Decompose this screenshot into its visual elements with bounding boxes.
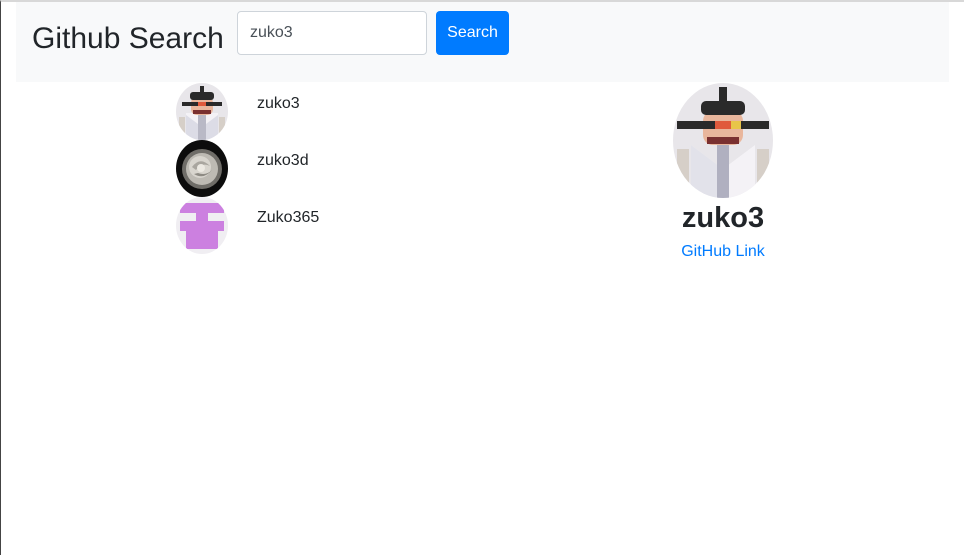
samurai-avatar-icon xyxy=(176,83,228,140)
rose-avatar-icon xyxy=(176,140,228,197)
brand-title[interactable]: Github Search xyxy=(32,22,224,56)
navbar: Github Search Search xyxy=(16,2,949,82)
github-link[interactable]: GitHub Link xyxy=(681,243,765,261)
app-window: Github Search Search xyxy=(0,0,964,555)
result-item[interactable]: zuko3 xyxy=(176,83,476,140)
profile-login: zuko3 xyxy=(681,202,765,234)
result-item[interactable]: Zuko365 xyxy=(176,197,476,254)
search-results-list: zuko3 zuko3d Zuko365 xyxy=(176,83,476,254)
result-login[interactable]: Zuko365 xyxy=(257,209,319,227)
search-button[interactable]: Search xyxy=(436,11,509,55)
identicon-avatar-icon xyxy=(176,197,228,254)
samurai-avatar-icon xyxy=(673,83,773,198)
search-input[interactable] xyxy=(237,11,427,55)
profile-card: zuko3 GitHub Link xyxy=(623,83,823,261)
result-login[interactable]: zuko3 xyxy=(257,95,300,113)
result-login[interactable]: zuko3d xyxy=(257,152,309,170)
result-item[interactable]: zuko3d xyxy=(176,140,476,197)
